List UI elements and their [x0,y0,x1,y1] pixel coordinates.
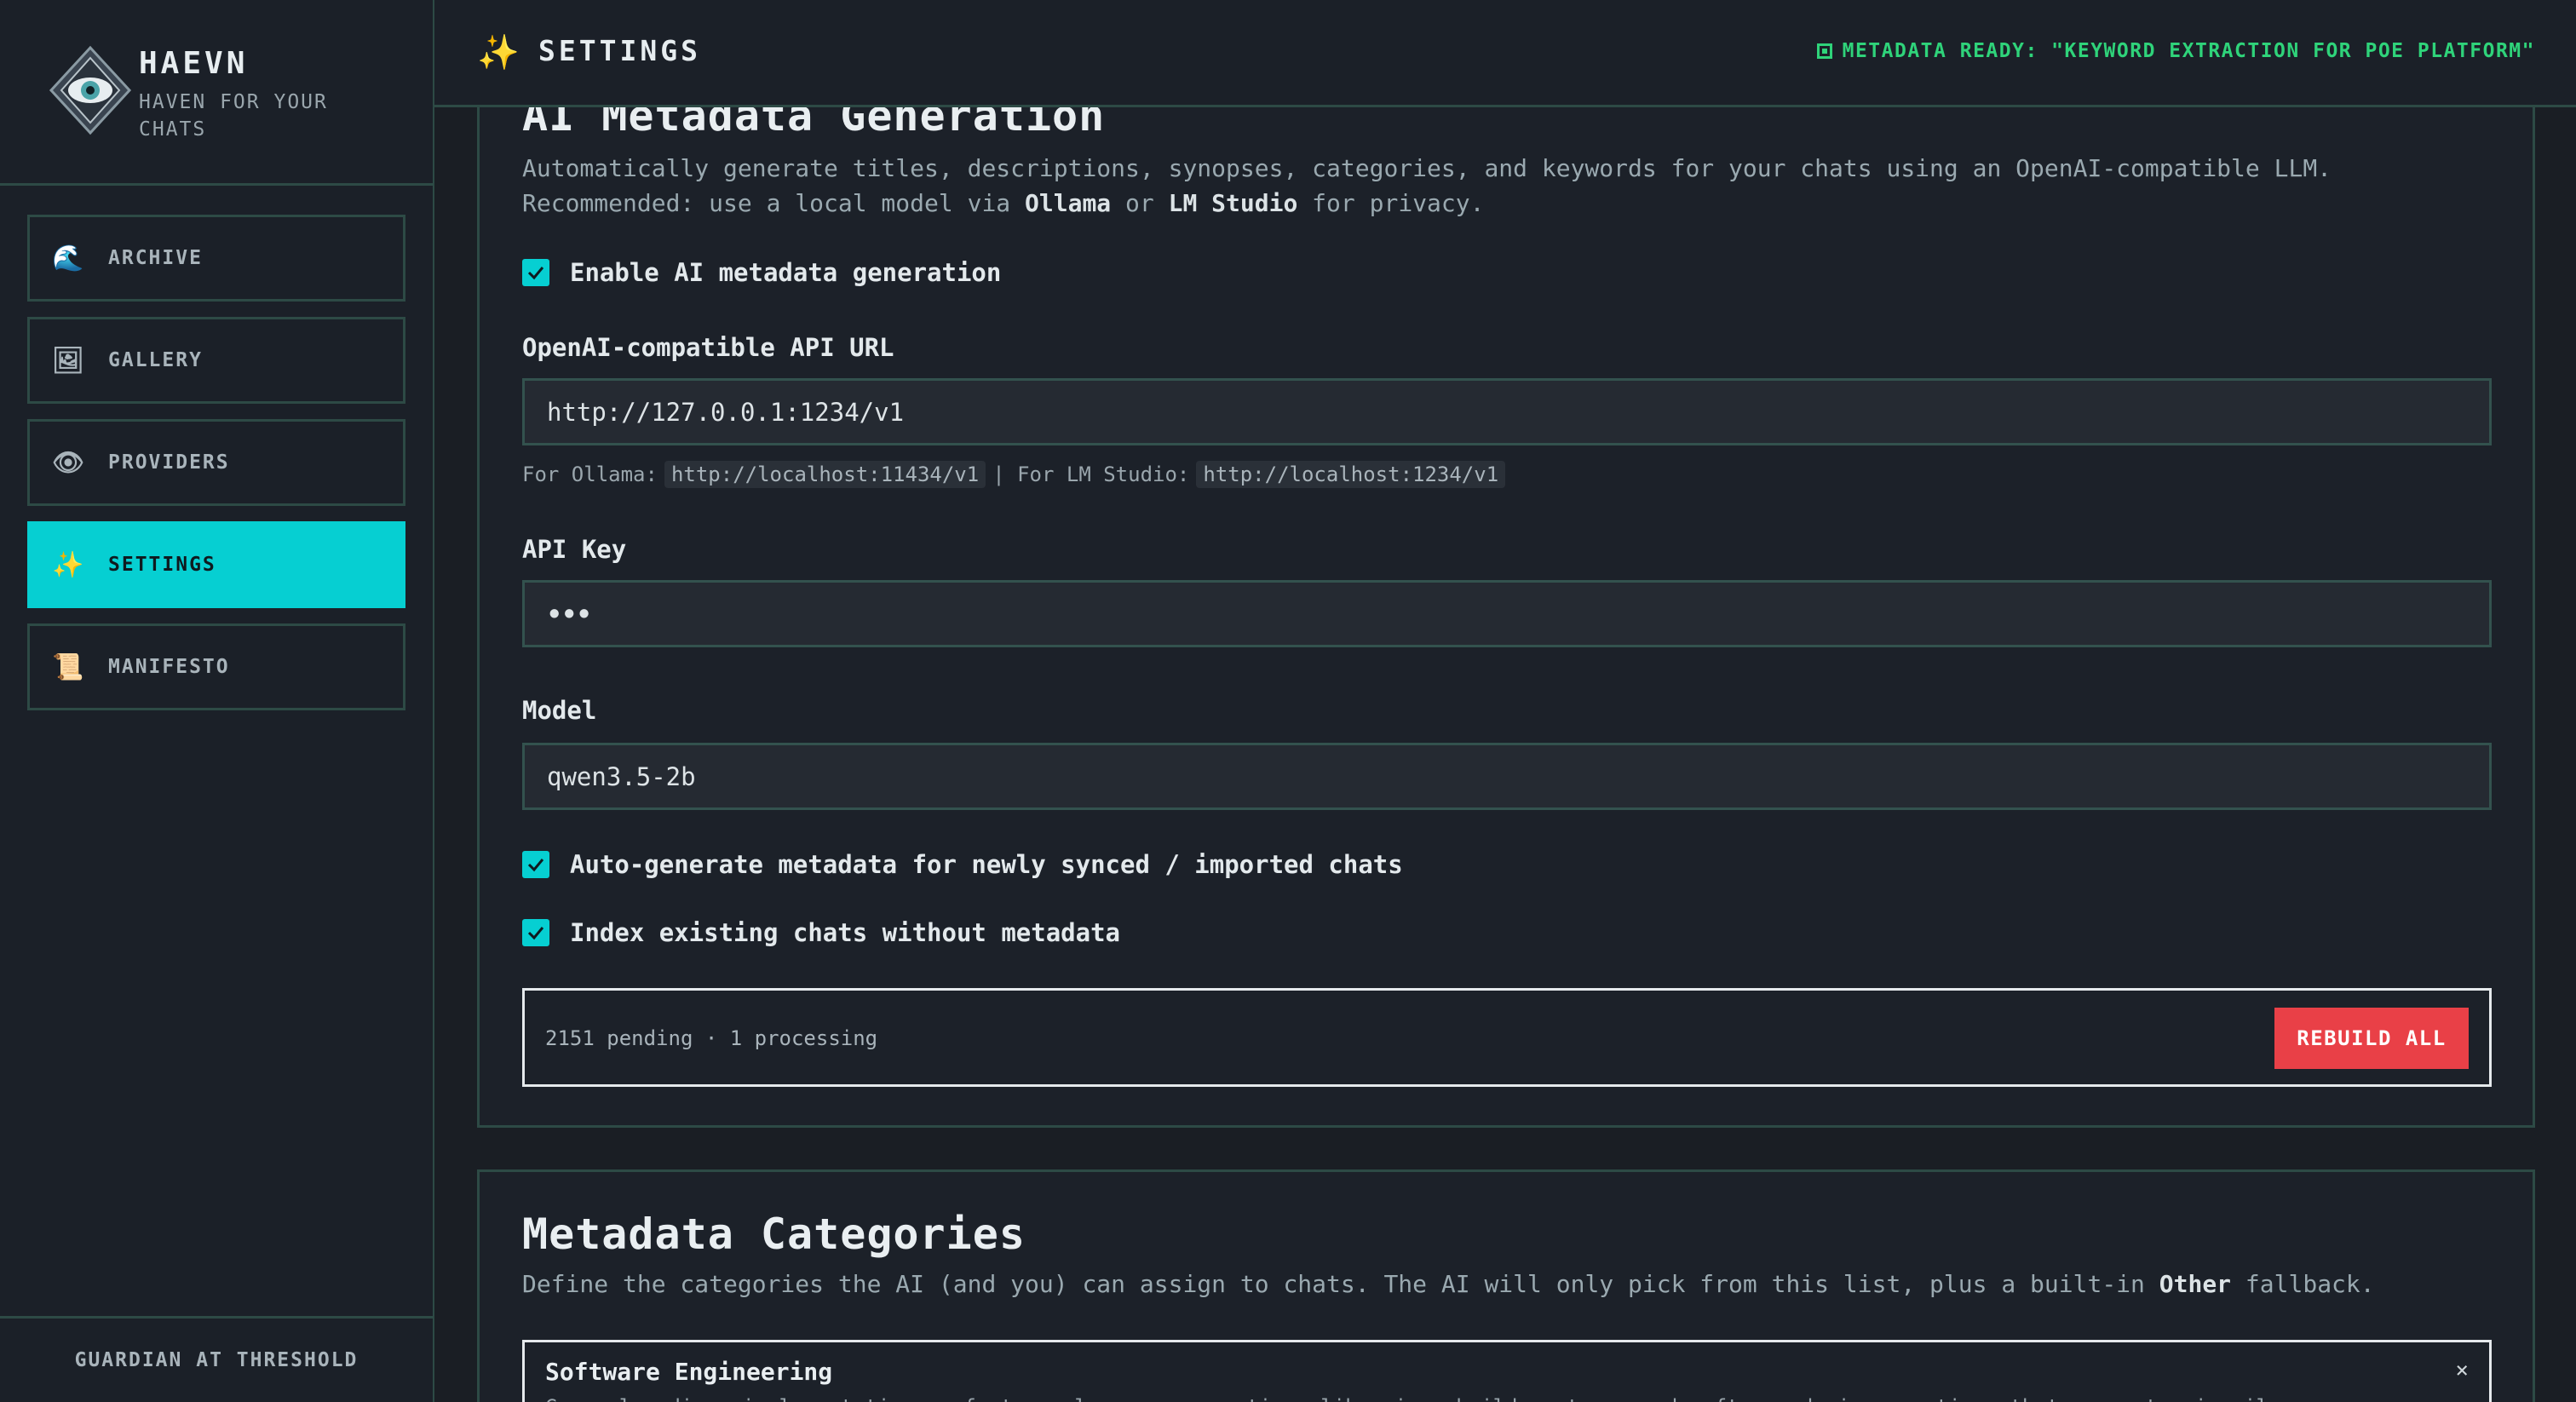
check-icon [527,859,544,872]
lmstudio-link: LM Studio [1168,189,1298,217]
enable-ai-checkbox-row[interactable]: Enable AI metadata generation [522,258,1001,287]
app-root: HAEVN HAVEN FOR YOUR CHATS 🌊 ARCHIVE 🖼 G… [0,0,2576,1402]
check-icon [527,927,544,940]
ai-metadata-card: AI Metadata Generation Automatically gen… [477,0,2535,1128]
checkbox-label: Index existing chats without metadata [570,918,1121,947]
sidebar-item-label: SETTINGS [108,554,216,576]
status-indicator: METADATA READY: "KEYWORD EXTRACTION FOR … [1816,40,2535,62]
sidebar-item-label: MANIFESTO [108,656,230,678]
scroll-icon: 📜 [52,652,86,682]
queue-status-box: 2151 pending · 1 processing REBUILD ALL [522,988,2492,1087]
ollama-link: Ollama [1025,189,1112,217]
sidebar-item-settings[interactable]: ✨ SETTINGS [27,521,405,608]
api-key-label: API Key [522,535,627,564]
index-existing-checkbox[interactable] [522,919,549,946]
section-description: Define the categories the AI (and you) c… [522,1270,2375,1298]
queue-status-text: 2151 pending · 1 processing [545,1026,878,1050]
checkbox-label: Enable AI metadata generation [570,258,1002,287]
auto-generate-checkbox[interactable] [522,851,549,878]
lmstudio-url-code: http://localhost:1234/v1 [1196,461,1506,488]
eye-icon: 👁 [51,447,87,478]
sidebar-item-providers[interactable]: 👁 PROVIDERS [27,419,405,506]
description-line-2: Recommended: use a local model via Ollam… [522,189,1485,217]
sidebar: HAEVN HAVEN FOR YOUR CHATS 🌊 ARCHIVE 🖼 G… [0,0,434,1402]
enable-ai-checkbox[interactable] [522,259,549,286]
section-description: Automatically generate titles, descripti… [522,151,2498,221]
category-description: General coding, implementation, refactor… [545,1395,2280,1402]
rebuild-all-button[interactable]: REBUILD ALL [2274,1008,2469,1069]
brand: HAEVN HAVEN FOR YOUR CHATS [0,0,433,186]
picture-icon: 🖼 [51,345,87,376]
sparkles-icon: ✨ [477,33,520,72]
sidebar-footer: GUARDIAN AT THRESHOLD [0,1316,433,1402]
api-url-label: OpenAI-compatible API URL [522,333,894,362]
sidebar-item-archive[interactable]: 🌊 ARCHIVE [27,215,405,302]
sparkles-icon: ✨ [52,549,86,580]
sidebar-item-label: ARCHIVE [108,247,203,269]
api-url-input[interactable]: http://127.0.0.1:1234/v1 [522,378,2492,445]
top-header: ✨ SETTINGS METADATA READY: "KEYWORD EXTR… [434,0,2576,107]
sidebar-item-label: PROVIDERS [108,451,230,474]
app-tagline: HAVEN FOR YOUR CHATS [139,91,328,141]
model-input[interactable]: qwen3.5-2b [522,743,2492,810]
category-name: Software Engineering [545,1358,833,1386]
other-fallback-label: Other [2159,1270,2232,1298]
api-url-hint: For Ollama: http://localhost:11434/v1 | … [522,461,1512,488]
api-key-input[interactable]: ••• [522,580,2492,647]
status-dot-icon [1816,43,1832,59]
auto-generate-checkbox-row[interactable]: Auto-generate metadata for newly synced … [522,850,1403,879]
model-label: Model [522,696,597,725]
description-line-1: Automatically generate titles, descripti… [522,154,2332,182]
section-title: Metadata Categories [522,1210,1026,1259]
status-text: METADATA READY: "KEYWORD EXTRACTION FOR … [1842,40,2535,62]
remove-category-icon[interactable]: × [2455,1358,2469,1383]
sidebar-item-gallery[interactable]: 🖼 GALLERY [27,317,405,404]
checkbox-label: Auto-generate metadata for newly synced … [570,850,1403,879]
sidebar-nav: 🌊 ARCHIVE 🖼 GALLERY 👁 PROVIDERS ✨ SETTIN… [27,215,405,726]
category-item[interactable]: Software Engineering × General coding, i… [522,1340,2492,1402]
sidebar-item-label: GALLERY [108,349,203,371]
metadata-categories-card: Metadata Categories Define the categorie… [477,1169,2535,1402]
main-content[interactable]: AI Metadata Generation Automatically gen… [434,0,2576,1402]
ollama-url-code: http://localhost:11434/v1 [664,461,986,488]
check-icon [527,267,544,280]
eye-logo-icon [49,45,132,135]
index-existing-checkbox-row[interactable]: Index existing chats without metadata [522,918,1120,947]
wave-icon: 🌊 [52,243,86,273]
page-title: SETTINGS [538,34,701,67]
app-title: HAEVN [139,46,249,81]
sidebar-item-manifesto[interactable]: 📜 MANIFESTO [27,623,405,710]
